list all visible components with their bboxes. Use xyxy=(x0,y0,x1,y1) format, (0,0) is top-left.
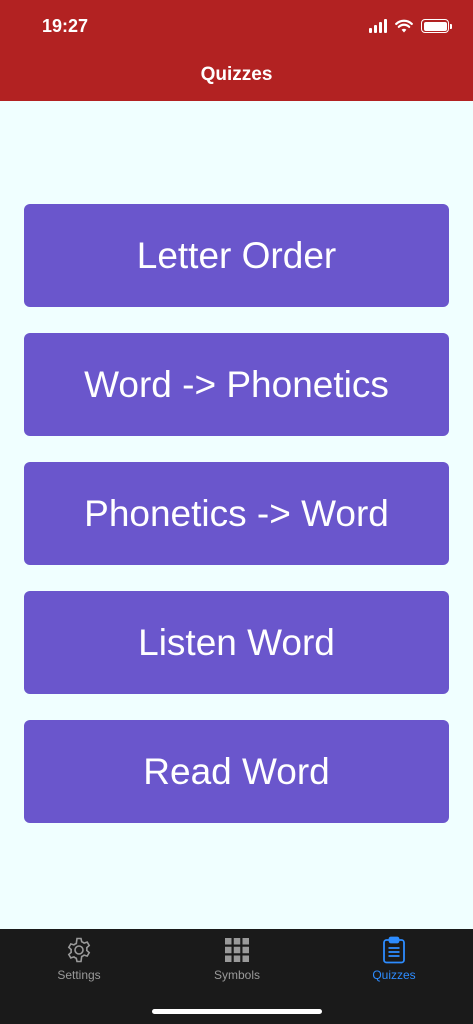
tab-settings-label: Settings xyxy=(57,968,101,982)
letter-order-button[interactable]: Letter Order xyxy=(24,204,449,307)
listen-word-button[interactable]: Listen Word xyxy=(24,591,449,694)
tab-symbols-label: Symbols xyxy=(213,968,260,982)
tab-quizzes-label: Quizzes xyxy=(372,968,416,982)
wifi-icon xyxy=(395,19,413,33)
clipboard-icon xyxy=(383,936,405,964)
phonetics-to-word-button[interactable]: Phonetics -> Word xyxy=(24,462,449,565)
tab-symbols[interactable]: Symbols xyxy=(158,936,316,996)
battery-icon xyxy=(421,19,452,33)
tab-settings[interactable]: Settings xyxy=(0,936,158,996)
read-word-button[interactable]: Read Word xyxy=(24,720,449,823)
header: 19:27 Quizzes xyxy=(0,0,473,101)
gear-icon xyxy=(67,937,91,963)
signal-icon xyxy=(369,19,387,33)
grid-icon xyxy=(225,938,249,962)
tab-quizzes[interactable]: Quizzes xyxy=(315,936,473,996)
word-to-phonetics-button[interactable]: Word -> Phonetics xyxy=(24,333,449,436)
status-icons xyxy=(369,17,452,35)
page-title: Quizzes xyxy=(200,64,273,85)
status-time: 19:27 xyxy=(42,16,89,36)
home-indicator xyxy=(152,1009,322,1014)
status-bar: 19:27 xyxy=(0,0,473,52)
quiz-list: Letter Order Word -> Phonetics Phonetics… xyxy=(24,204,449,823)
